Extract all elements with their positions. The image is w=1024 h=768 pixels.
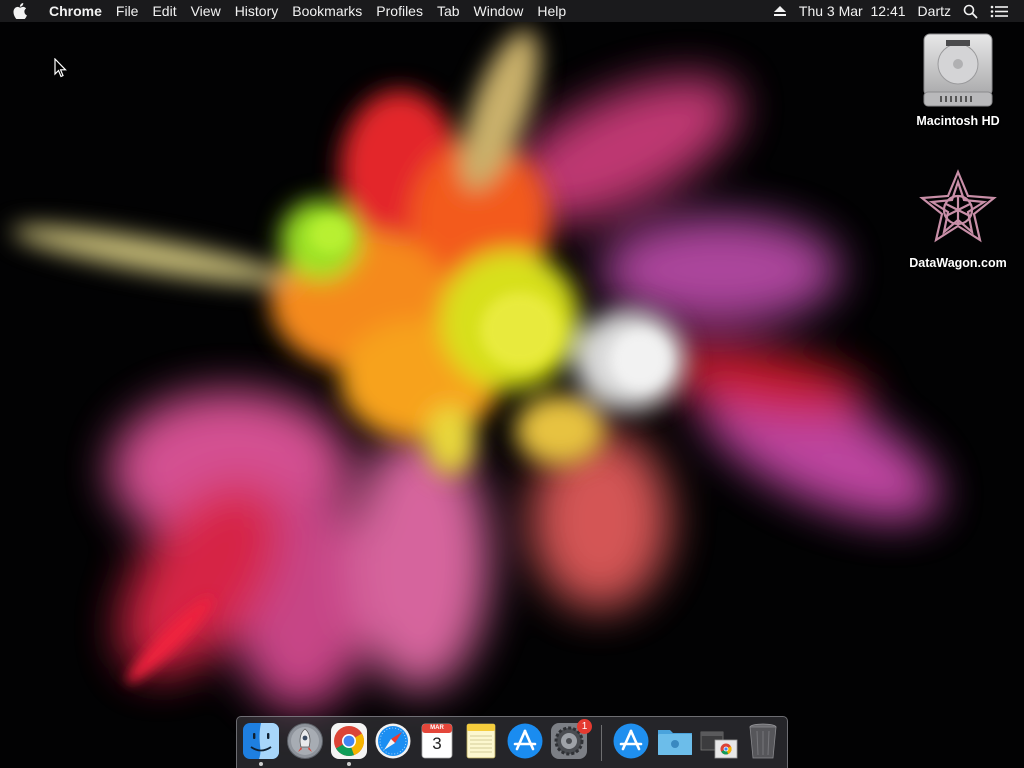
notification-center-icon[interactable]	[984, 0, 1014, 22]
menu-app-name[interactable]: Chrome	[40, 0, 109, 22]
app-store-folder-icon	[613, 723, 649, 759]
eject-icon[interactable]	[767, 0, 793, 22]
finder-icon	[243, 723, 279, 759]
calendar-day: 3	[432, 734, 442, 753]
calendar-month: MAR	[430, 725, 444, 731]
datawagon-logo-icon	[919, 169, 997, 243]
menu-window[interactable]: Window	[467, 0, 531, 22]
desktop[interactable]: Chrome File Edit View History Bookmarks …	[0, 0, 1024, 768]
apple-icon[interactable]	[0, 0, 40, 22]
dock-separator	[601, 725, 602, 761]
mouse-cursor-icon	[54, 58, 67, 78]
desktop-icon-label: Macintosh HD	[916, 114, 1000, 128]
clock[interactable]: Thu 3 Mar 12:41	[793, 0, 912, 22]
dock-notes[interactable]	[462, 722, 500, 760]
dock-finder[interactable]	[242, 722, 280, 766]
menu-bar-status: Thu 3 Mar 12:41 Dartz	[767, 0, 1024, 22]
menu-help[interactable]: Help	[530, 0, 573, 22]
dock-chrome[interactable]	[330, 722, 368, 766]
wallpaper	[0, 0, 1024, 768]
launchpad-icon	[287, 723, 323, 759]
hard-drive-icon	[923, 33, 993, 107]
menu-tab[interactable]: Tab	[430, 0, 467, 22]
menu-file[interactable]: File	[109, 0, 146, 22]
menu-history[interactable]: History	[228, 0, 286, 22]
notes-icon	[466, 723, 496, 759]
notification-badge: 1	[577, 719, 592, 734]
menu-edit[interactable]: Edit	[145, 0, 183, 22]
dock-downloads[interactable]	[700, 722, 738, 760]
spotlight-search-icon[interactable]	[957, 0, 984, 22]
running-indicator	[347, 762, 351, 766]
dock-applications[interactable]	[612, 722, 650, 760]
desktop-icon-macintosh-hd[interactable]: Macintosh HD	[898, 32, 1018, 128]
menu-bookmarks[interactable]: Bookmarks	[285, 0, 369, 22]
menu-profiles[interactable]: Profiles	[369, 0, 430, 22]
running-indicator	[259, 762, 263, 766]
dock-documents[interactable]	[656, 722, 694, 760]
menu-view[interactable]: View	[184, 0, 228, 22]
folder-icon	[658, 730, 692, 755]
dock-launchpad[interactable]	[286, 722, 324, 760]
dock-trash[interactable]	[744, 722, 782, 760]
desktop-icon-datawagon[interactable]: DataWagon.com	[898, 168, 1018, 270]
desktop-icon-label: DataWagon.com	[909, 256, 1007, 270]
dock-safari[interactable]	[374, 722, 412, 760]
menu-bar-left: Chrome File Edit View History Bookmarks …	[0, 0, 573, 22]
trash-icon	[749, 723, 777, 759]
dock-app-store[interactable]	[506, 722, 544, 760]
chrome-icon	[331, 723, 367, 759]
dock-system-preferences[interactable]: 1	[550, 719, 592, 760]
user-name[interactable]: Dartz	[912, 0, 957, 22]
safari-icon	[375, 723, 411, 759]
menu-bar: Chrome File Edit View History Bookmarks …	[0, 0, 1024, 22]
dock: MAR 3 1	[236, 716, 788, 768]
app-store-icon	[507, 723, 543, 759]
downloads-stack-icon	[700, 731, 738, 759]
dock-calendar[interactable]: MAR 3	[418, 722, 456, 760]
